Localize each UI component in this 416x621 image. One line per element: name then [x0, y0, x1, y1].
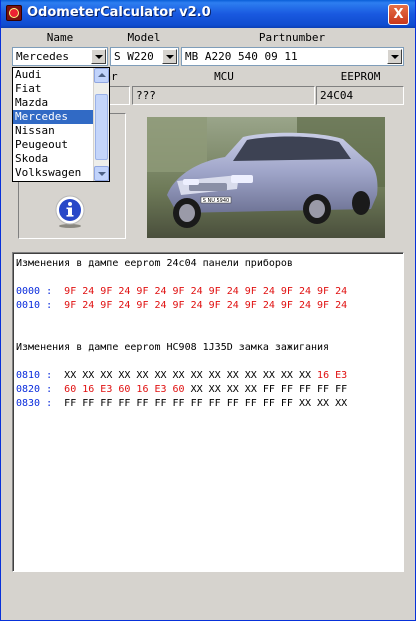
svg-text:S NU 5940: S NU 5940 — [203, 198, 229, 204]
dump-address: 0830 : — [16, 398, 53, 409]
dump-bytes-unchanged: XX XX XX XX FF FF FF FF FF — [190, 384, 348, 395]
dropdown-scrollbar[interactable] — [93, 68, 109, 181]
partnumber-select[interactable]: MB A220 540 09 11 — [181, 47, 404, 66]
info-icon[interactable] — [53, 195, 87, 229]
dump-address: 0000 : — [16, 286, 53, 297]
chevron-down-icon[interactable] — [387, 49, 402, 64]
log-header-ignition: Изменения в дампе eeprom HC908 1J35D зам… — [16, 342, 330, 353]
partnumber-label: Partnumber — [258, 31, 326, 44]
dump-bytes-unchanged: XX XX XX XX XX XX XX XX XX XX XX XX XX X… — [64, 370, 318, 381]
mcu-value: ??? — [136, 89, 156, 102]
name-select-value: Mercedes — [16, 50, 69, 63]
dump-bytes: 9F 24 9F 24 9F 24 9F 24 9F 24 9F 24 9F 2… — [64, 286, 348, 297]
name-select[interactable]: Mercedes — [12, 47, 108, 66]
name-label: Name — [46, 31, 74, 44]
dump-row: 0000 : 9F 24 9F 24 9F 24 9F 24 9F 24 9F … — [16, 285, 347, 299]
scroll-thumb[interactable] — [95, 94, 108, 160]
dump-address: 0810 : — [16, 370, 53, 381]
name-dropdown-list[interactable]: Audi Fiat Mazda Mercedes Nissan Peugeout… — [12, 67, 110, 182]
dump-row: 0830 : FF FF FF FF FF FF FF FF FF FF FF … — [16, 397, 347, 411]
close-button[interactable]: X — [388, 4, 409, 25]
dump-bytes-changed: 60 16 E3 60 16 E3 60 — [64, 384, 191, 395]
scroll-up-icon[interactable] — [94, 68, 109, 83]
app-icon — [6, 5, 22, 21]
dump-row: 0810 : XX XX XX XX XX XX XX XX XX XX XX … — [16, 369, 347, 383]
dump-row: 0820 : 60 16 E3 60 16 E3 60 XX XX XX XX … — [16, 383, 347, 397]
partnumber-select-value: MB A220 540 09 11 — [185, 50, 298, 63]
main-window: OdometerCalculator v2.0 X Name Model Par… — [0, 0, 416, 621]
dump-log[interactable]: Изменения в дампе eeprom 24c04 панели пр… — [12, 252, 404, 572]
chevron-down-icon[interactable] — [91, 49, 106, 64]
model-label: Model — [127, 31, 161, 44]
dump-bytes: 9F 24 9F 24 9F 24 9F 24 9F 24 9F 24 9F 2… — [64, 300, 348, 311]
model-select[interactable]: S W220 — [110, 47, 179, 66]
mcu-label: MCU — [214, 70, 234, 83]
window-title: OdometerCalculator v2.0 — [27, 5, 211, 20]
dump-address: 0820 : — [16, 384, 53, 395]
dump-row: 0010 : 9F 24 9F 24 9F 24 9F 24 9F 24 9F … — [16, 299, 347, 313]
dump-bytes-unchanged: FF FF FF FF FF FF FF FF FF FF FF FF FF X… — [64, 398, 348, 409]
eeprom-value: 24C04 — [320, 89, 354, 102]
eeprom-field: 24C04 — [316, 86, 404, 105]
chevron-down-icon[interactable] — [162, 49, 177, 64]
log-header-dashboard: Изменения в дампе eeprom 24c04 панели пр… — [16, 258, 293, 269]
scroll-down-icon[interactable] — [94, 166, 109, 181]
mcu-field: ??? — [132, 86, 315, 105]
model-select-value: S W220 — [114, 50, 154, 63]
dump-bytes-changed: 16 E3 — [317, 370, 348, 381]
title-bar[interactable]: OdometerCalculator v2.0 X — [1, 0, 415, 28]
dump-address: 0010 : — [16, 300, 53, 311]
eeprom-label: EEPROM — [340, 70, 381, 83]
car-photo: S NU 5940 — [147, 117, 385, 238]
